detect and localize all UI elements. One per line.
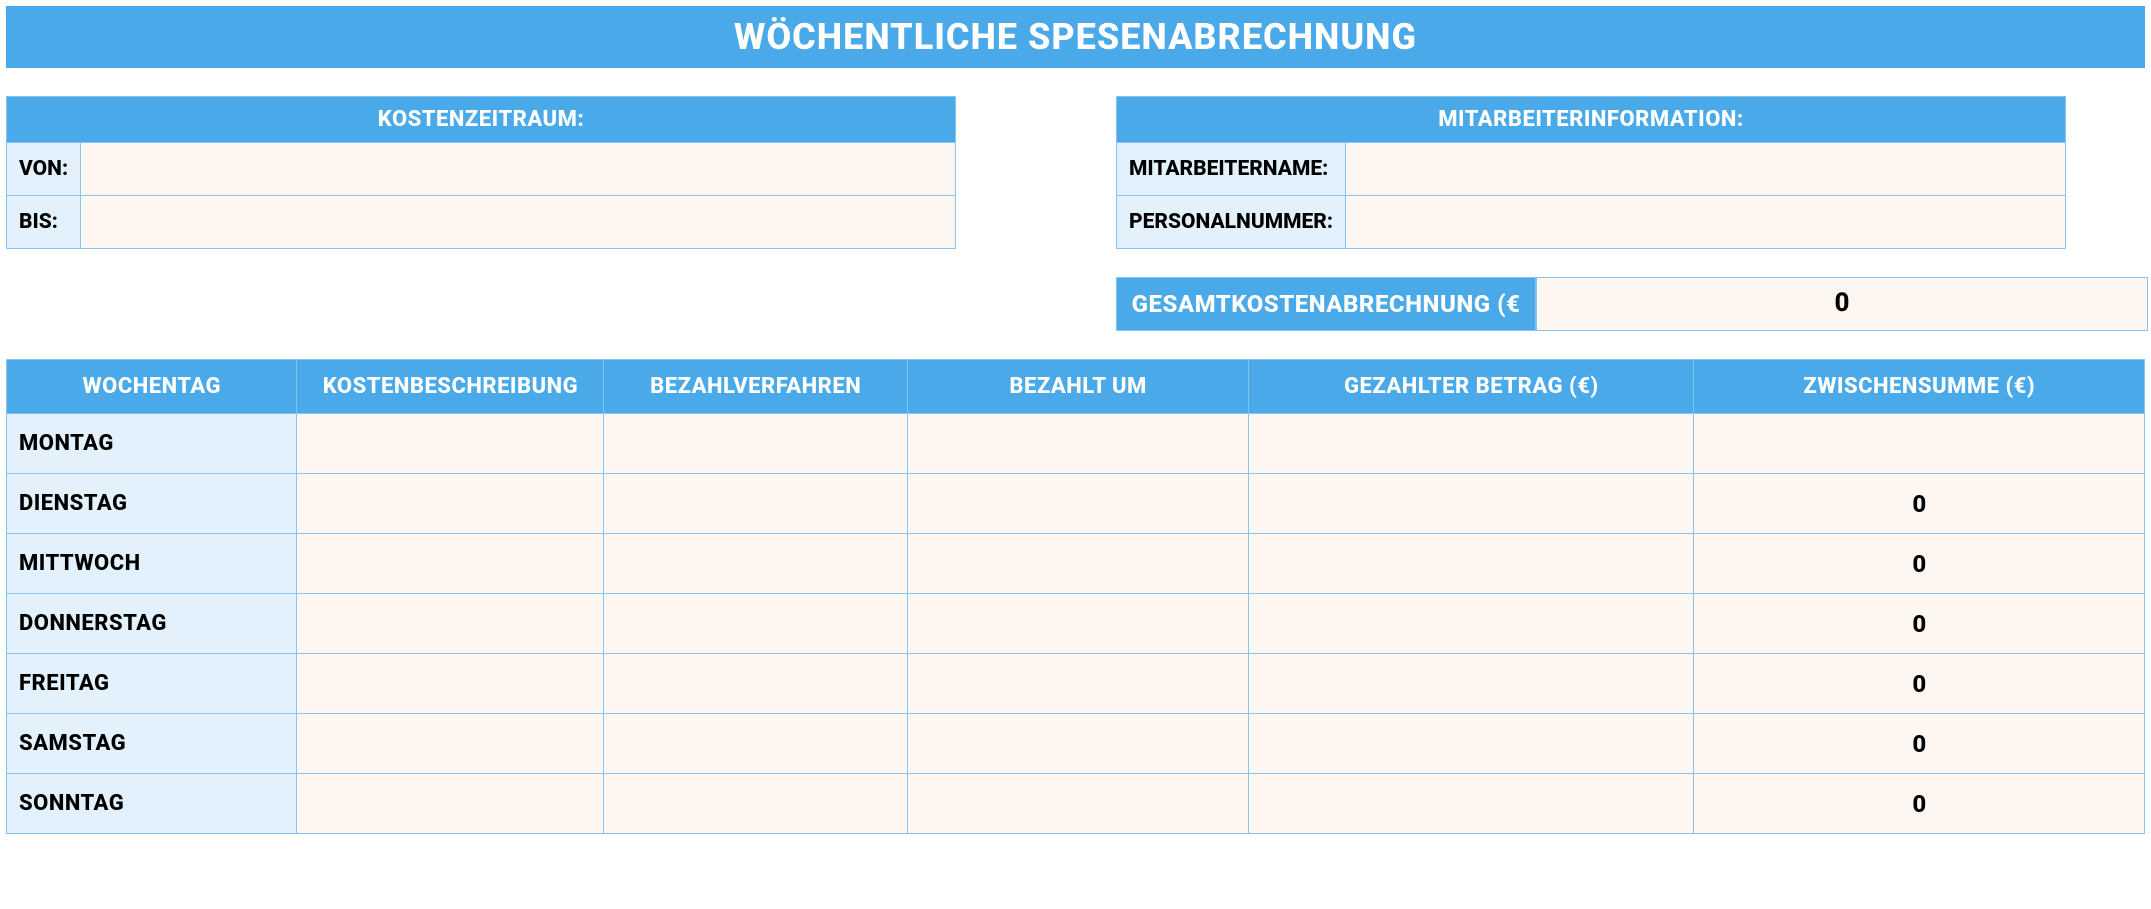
col-amount: GEZAHLTER BETRAG (€) bbox=[1249, 360, 1694, 414]
employee-name-label: MITARBEITERNAME: bbox=[1117, 143, 1346, 196]
day-cell: MONTAG bbox=[7, 414, 297, 474]
subtotal-cell: 0 bbox=[1694, 594, 2145, 654]
amount-cell[interactable] bbox=[1249, 654, 1694, 714]
table-row: SAMSTAG 0 bbox=[7, 714, 2145, 774]
period-from-label: VON: bbox=[7, 143, 81, 196]
method-cell[interactable] bbox=[604, 414, 908, 474]
table-row: DIENSTAG 0 bbox=[7, 474, 2145, 534]
employee-name-value[interactable] bbox=[1345, 143, 2065, 196]
paid_at-cell[interactable] bbox=[907, 774, 1248, 834]
period-to-value[interactable] bbox=[81, 196, 956, 249]
total-row: GESAMTKOSTENABRECHNUNG (€ 0 bbox=[1116, 277, 2148, 331]
subtotal-cell: 0 bbox=[1694, 714, 2145, 774]
amount-cell[interactable] bbox=[1249, 414, 1694, 474]
period-table: KOSTENZEITRAUM: VON: BIS: bbox=[6, 96, 956, 249]
amount-cell[interactable] bbox=[1249, 714, 1694, 774]
day-cell: MITTWOCH bbox=[7, 534, 297, 594]
desc-cell[interactable] bbox=[297, 414, 604, 474]
day-cell: DIENSTAG bbox=[7, 474, 297, 534]
desc-cell[interactable] bbox=[297, 534, 604, 594]
method-cell[interactable] bbox=[604, 774, 908, 834]
day-cell: FREITAG bbox=[7, 654, 297, 714]
period-from-value[interactable] bbox=[81, 143, 956, 196]
paid_at-cell[interactable] bbox=[907, 534, 1248, 594]
total-value: 0 bbox=[1536, 277, 2148, 331]
day-cell: SONNTAG bbox=[7, 774, 297, 834]
col-paid-at: BEZAHLT UM bbox=[907, 360, 1248, 414]
desc-cell[interactable] bbox=[297, 654, 604, 714]
paid_at-cell[interactable] bbox=[907, 414, 1248, 474]
expense-table: WOCHENTAG KOSTENBESCHREIBUNG BEZAHLVERFA… bbox=[6, 359, 2145, 834]
method-cell[interactable] bbox=[604, 534, 908, 594]
table-row: FREITAG 0 bbox=[7, 654, 2145, 714]
desc-cell[interactable] bbox=[297, 714, 604, 774]
employee-header: MITARBEITERINFORMATION: bbox=[1117, 97, 2066, 143]
col-day: WOCHENTAG bbox=[7, 360, 297, 414]
employee-id-value[interactable] bbox=[1345, 196, 2065, 249]
method-cell[interactable] bbox=[604, 594, 908, 654]
col-subtotal: ZWISCHENSUMME (€) bbox=[1694, 360, 2145, 414]
table-row: DONNERSTAG 0 bbox=[7, 594, 2145, 654]
page-title: WÖCHENTLICHE SPESENABRECHNUNG bbox=[6, 6, 2145, 68]
paid_at-cell[interactable] bbox=[907, 654, 1248, 714]
amount-cell[interactable] bbox=[1249, 774, 1694, 834]
period-header: KOSTENZEITRAUM: bbox=[7, 97, 956, 143]
desc-cell[interactable] bbox=[297, 774, 604, 834]
paid_at-cell[interactable] bbox=[907, 714, 1248, 774]
employee-id-label: PERSONALNUMMER: bbox=[1117, 196, 1346, 249]
subtotal-cell: 0 bbox=[1694, 654, 2145, 714]
col-method: BEZAHLVERFAHREN bbox=[604, 360, 908, 414]
table-row: MITTWOCH 0 bbox=[7, 534, 2145, 594]
period-to-label: BIS: bbox=[7, 196, 81, 249]
subtotal-cell bbox=[1694, 414, 2145, 474]
table-row: MONTAG bbox=[7, 414, 2145, 474]
paid_at-cell[interactable] bbox=[907, 594, 1248, 654]
employee-table: MITARBEITERINFORMATION: MITARBEITERNAME:… bbox=[1116, 96, 2066, 249]
method-cell[interactable] bbox=[604, 714, 908, 774]
amount-cell[interactable] bbox=[1249, 474, 1694, 534]
subtotal-cell: 0 bbox=[1694, 534, 2145, 594]
method-cell[interactable] bbox=[604, 654, 908, 714]
desc-cell[interactable] bbox=[297, 474, 604, 534]
subtotal-cell: 0 bbox=[1694, 474, 2145, 534]
amount-cell[interactable] bbox=[1249, 534, 1694, 594]
day-cell: SAMSTAG bbox=[7, 714, 297, 774]
subtotal-cell: 0 bbox=[1694, 774, 2145, 834]
desc-cell[interactable] bbox=[297, 594, 604, 654]
table-row: SONNTAG 0 bbox=[7, 774, 2145, 834]
amount-cell[interactable] bbox=[1249, 594, 1694, 654]
total-label: GESAMTKOSTENABRECHNUNG (€ bbox=[1116, 277, 1536, 331]
method-cell[interactable] bbox=[604, 474, 908, 534]
col-desc: KOSTENBESCHREIBUNG bbox=[297, 360, 604, 414]
day-cell: DONNERSTAG bbox=[7, 594, 297, 654]
paid_at-cell[interactable] bbox=[907, 474, 1248, 534]
top-info-row: KOSTENZEITRAUM: VON: BIS: MITARBEITERINF… bbox=[6, 96, 2145, 249]
